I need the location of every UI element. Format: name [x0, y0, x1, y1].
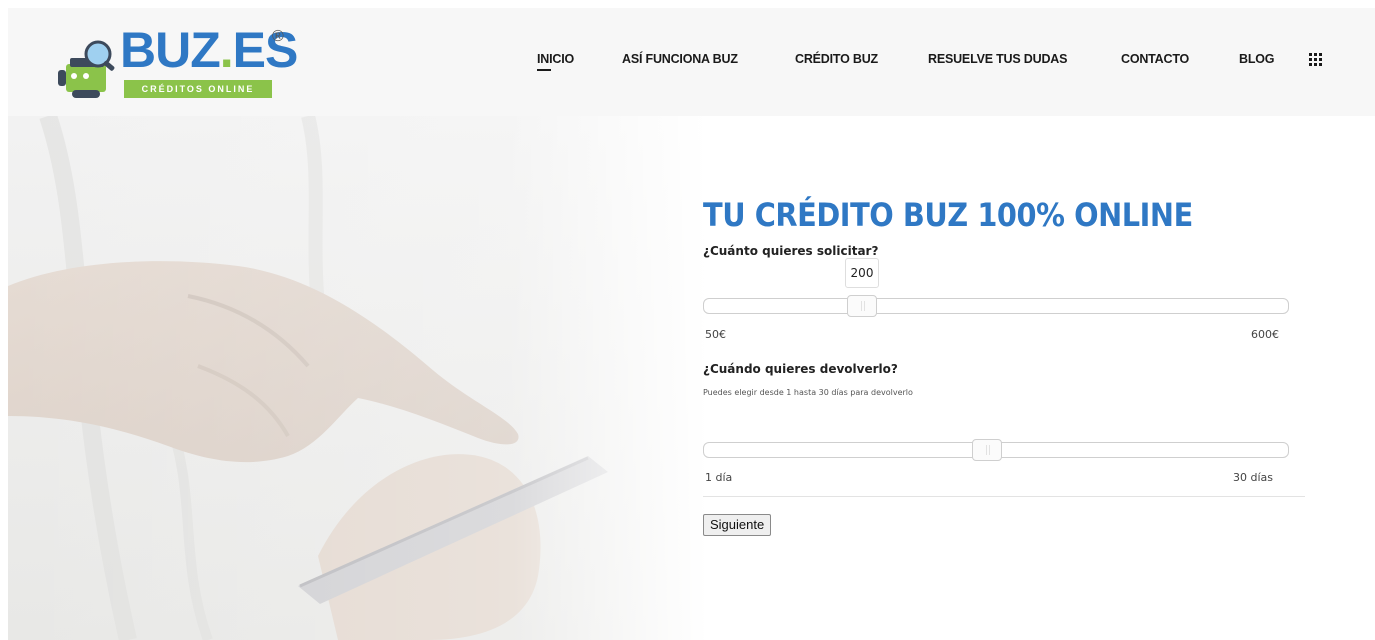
- term-slider[interactable]: [703, 439, 1289, 461]
- hero-photo-hand-phone: [8, 116, 708, 640]
- amount-value-tooltip: 200: [845, 258, 879, 288]
- term-min-label: 1 día: [705, 471, 733, 484]
- term-hint: Puedes elegir desde 1 hasta 30 días para…: [703, 388, 913, 397]
- amount-slider[interactable]: [703, 295, 1289, 317]
- nav-item-label: CRÉDITO BUZ: [795, 52, 878, 66]
- amount-min-label: 50€: [705, 328, 726, 341]
- amount-question: ¿Cuánto quieres solicitar?: [703, 244, 879, 258]
- nav-item-label: BLOG: [1239, 52, 1275, 66]
- apps-grid-icon[interactable]: [1309, 53, 1324, 68]
- brand-logo[interactable]: BUZ.ES ® CRÉDITOS ONLINE: [58, 22, 298, 108]
- term-slider-handle[interactable]: [972, 439, 1002, 461]
- page: BUZ.ES ® CRÉDITOS ONLINE INICIO ASÍ FUNC…: [0, 0, 1375, 640]
- nav-item-blog[interactable]: BLOG: [1239, 52, 1275, 66]
- amount-max-label: 600€: [1251, 328, 1279, 341]
- term-question: ¿Cuándo quieres devolverlo?: [703, 362, 898, 376]
- active-indicator: [537, 69, 551, 71]
- brand-tagline: CRÉDITOS ONLINE: [124, 80, 272, 98]
- site-header: BUZ.ES ® CRÉDITOS ONLINE INICIO ASÍ FUNC…: [8, 8, 1375, 116]
- nav-item-credito-buz[interactable]: CRÉDITO BUZ: [795, 52, 878, 66]
- registered-mark: ®: [272, 28, 284, 45]
- term-max-label: 30 días: [1233, 471, 1274, 484]
- brand-name: BUZ.ES: [120, 20, 299, 80]
- nav-item-inicio[interactable]: INICIO: [537, 52, 574, 71]
- brand-name-dot: .: [219, 22, 234, 78]
- amount-slider-handle[interactable]: [847, 295, 877, 317]
- form-divider: [703, 496, 1305, 497]
- hero-section: TU CRÉDITO BUZ 100% ONLINE ¿Cuánto quier…: [8, 116, 1375, 640]
- nav-item-label: CONTACTO: [1121, 52, 1190, 66]
- nav-item-label: ASÍ FUNCIONA BUZ: [622, 52, 738, 66]
- next-button[interactable]: Siguiente: [703, 514, 772, 536]
- nav-item-label: RESUELVE TUS DUDAS: [928, 52, 1068, 66]
- nav-item-contacto[interactable]: CONTACTO: [1121, 52, 1189, 66]
- brand-name-part2: ES: [232, 22, 299, 78]
- brand-name-part1: BUZ: [120, 22, 221, 78]
- nav-item-label: INICIO: [537, 52, 574, 66]
- form-title: TU CRÉDITO BUZ 100% ONLINE: [703, 196, 1193, 234]
- nav-item-asi-funciona[interactable]: ASÍ FUNCIONA BUZ: [622, 52, 738, 66]
- nav-item-resuelve-dudas[interactable]: RESUELVE TUS DUDAS: [928, 52, 1067, 66]
- robot-mascot-icon: [58, 40, 115, 98]
